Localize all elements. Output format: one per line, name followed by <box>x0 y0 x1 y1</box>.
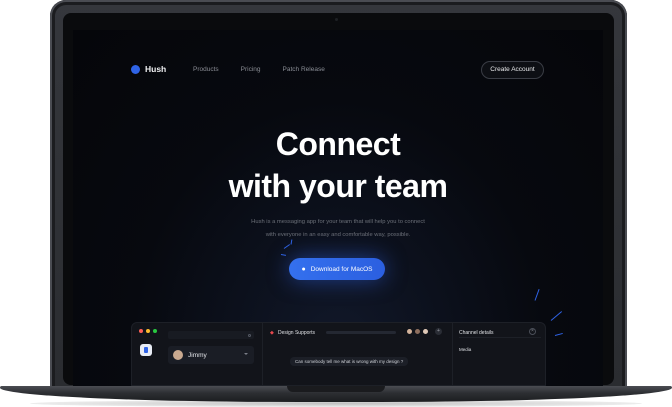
close-icon[interactable]: × <box>529 328 536 335</box>
brand-logo[interactable]: Hush <box>131 64 166 74</box>
spark-decoration <box>550 311 563 321</box>
window-controls <box>139 329 157 333</box>
workspace-icon[interactable] <box>140 344 152 356</box>
hero-title-line1: Connect <box>275 126 401 162</box>
create-account-button[interactable]: Create Account <box>481 61 544 79</box>
spark-decoration <box>554 332 563 336</box>
hero-title-line2: with your team <box>228 168 448 204</box>
apple-icon: ● <box>301 265 306 273</box>
member-avatars[interactable] <box>406 328 429 335</box>
contact-name: Jimmy <box>188 351 207 359</box>
chevron-down-icon <box>244 353 248 355</box>
spark-decoration <box>280 254 287 256</box>
avatar <box>406 328 413 335</box>
nav-link-patch-release[interactable]: Patch Release <box>283 66 325 73</box>
camera-icon <box>335 18 338 21</box>
channel-name: Design Supports <box>278 330 315 336</box>
avatar <box>422 328 429 335</box>
laptop-screen: Hush Products Pricing Patch Release Crea… <box>73 30 603 386</box>
divider <box>459 337 541 338</box>
logo-icon <box>131 64 140 74</box>
avatar <box>173 350 183 360</box>
avatar <box>414 328 421 335</box>
hero-title: Connect with your team <box>73 123 603 207</box>
search-icon <box>248 333 251 337</box>
media-label: Media <box>459 347 472 352</box>
message-bubble: Can somebody tell me what is wrong with … <box>290 357 409 366</box>
close-window-icon[interactable] <box>139 329 143 333</box>
spark-decoration <box>283 244 291 249</box>
add-member-icon[interactable]: + <box>435 328 442 335</box>
channel-icon: ◆ <box>270 330 274 336</box>
download-macos-button[interactable]: ● Download for MacOS <box>289 258 385 280</box>
divider <box>262 323 263 385</box>
contact-item[interactable]: Jimmy <box>168 346 254 364</box>
nav-link-products[interactable]: Products <box>193 66 219 73</box>
channel-description <box>326 331 396 334</box>
nav-links: Products Pricing Patch Release <box>193 66 325 73</box>
brand-name: Hush <box>145 64 167 74</box>
hero-subtitle: Hush is a messaging app for your team th… <box>73 216 603 242</box>
laptop-notch <box>287 386 385 392</box>
nav-link-pricing[interactable]: Pricing <box>241 66 261 73</box>
channel-details-title: Channel details <box>459 330 494 336</box>
hero-subtitle-line2: with everyone in an easy and comfortable… <box>265 232 411 238</box>
spark-decoration <box>290 239 293 245</box>
divider <box>452 323 453 385</box>
hero-subtitle-line1: Hush is a messaging app for your team th… <box>251 219 425 225</box>
download-label: Download for MacOS <box>310 265 373 273</box>
app-preview: Jimmy ◆ Design Supports + Can somebody t… <box>131 322 546 386</box>
app-search-input[interactable] <box>168 331 254 339</box>
minimize-window-icon[interactable] <box>146 329 150 333</box>
maximize-window-icon[interactable] <box>153 329 157 333</box>
spark-decoration <box>534 289 540 301</box>
